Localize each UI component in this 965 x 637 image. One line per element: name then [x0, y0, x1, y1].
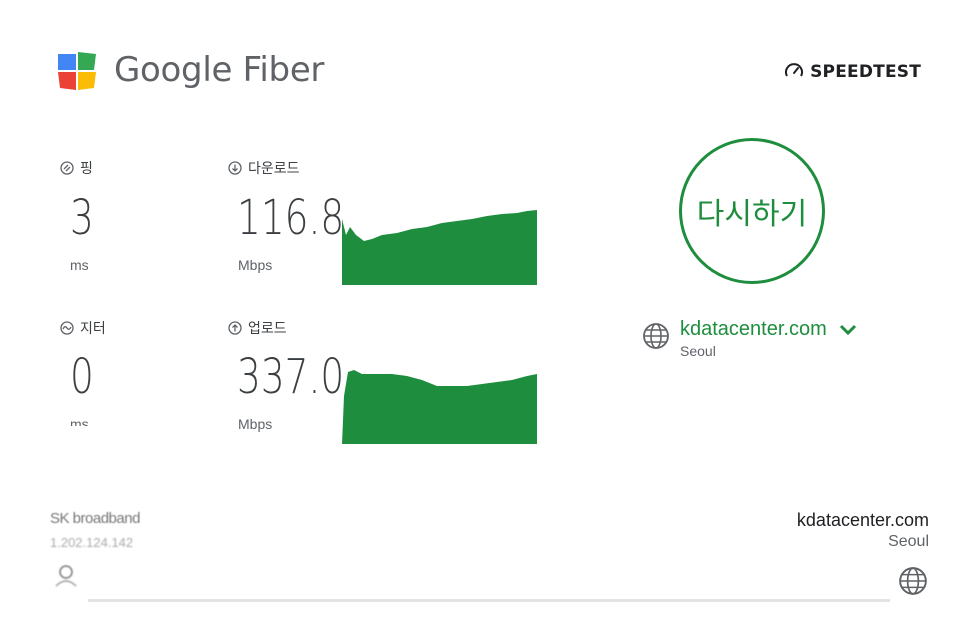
- ping-icon: [60, 161, 74, 175]
- footer-server-location: Seoul: [888, 533, 929, 550]
- jitter-label-row: 지터: [60, 318, 106, 338]
- upload-label: 업로드: [248, 320, 287, 336]
- jitter-label: 지터: [80, 320, 106, 336]
- download-label: 다운로드: [248, 160, 300, 176]
- upload-arrow-icon: [228, 321, 242, 335]
- isp-ip: 1.202.124.142: [50, 535, 134, 550]
- upload-value: 337.0: [237, 349, 345, 405]
- upload-graph: [342, 370, 537, 444]
- footer-server-name: kdatacenter.com: [796, 510, 929, 530]
- upload-label-row: 업로드: [228, 318, 287, 338]
- user-icon: [55, 565, 77, 587]
- divider: [88, 599, 890, 602]
- download-graph: [342, 210, 537, 285]
- brand-name: Google Fiber: [114, 50, 325, 90]
- download-label-row: 다운로드: [228, 158, 300, 178]
- jitter-unit: ms: [70, 416, 89, 426]
- jitter-value: 0: [70, 349, 94, 405]
- isp-name: SK broadband: [50, 510, 140, 527]
- server-selector[interactable]: kdatacenter.com Seoul: [642, 318, 857, 359]
- speedometer-icon: [785, 63, 804, 77]
- ping-value: 3: [70, 190, 94, 246]
- server-name[interactable]: kdatacenter.com: [680, 318, 827, 341]
- ping-unit: ms: [70, 257, 89, 273]
- download-unit: Mbps: [238, 257, 273, 273]
- download-value: 116.8: [237, 190, 345, 246]
- retest-button[interactable]: 다시하기: [679, 138, 825, 284]
- google-fiber-logo-icon: [58, 52, 96, 90]
- ping-label-row: 핑: [60, 158, 93, 178]
- globe-icon: [899, 567, 927, 595]
- jitter-icon: [60, 321, 74, 335]
- speedtest-label: SPEEDTEST: [810, 62, 921, 82]
- chevron-down-icon[interactable]: [839, 324, 857, 336]
- speedtest-link[interactable]: SPEEDTEST: [784, 62, 921, 82]
- globe-icon: [643, 323, 669, 349]
- download-arrow-icon: [228, 161, 242, 175]
- server-location: Seoul: [680, 343, 716, 359]
- footer-server: kdatacenter.com Seoul: [797, 510, 929, 551]
- ping-label: 핑: [80, 160, 93, 176]
- upload-unit: Mbps: [238, 416, 273, 432]
